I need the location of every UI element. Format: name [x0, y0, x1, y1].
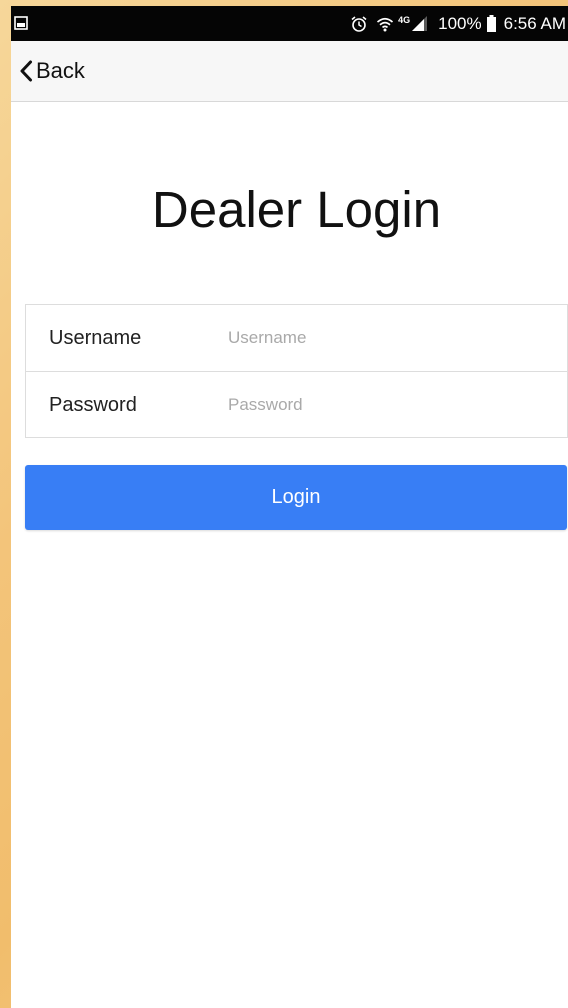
gallery-notification-icon	[14, 16, 28, 30]
wifi-icon	[376, 15, 394, 33]
login-form: Username Password	[25, 304, 568, 438]
password-row: Password	[26, 371, 567, 438]
back-label: Back	[36, 58, 85, 83]
battery-percent: 100%	[438, 13, 482, 33]
battery-icon	[486, 15, 496, 32]
status-clock: 6:56 AM	[503, 13, 566, 33]
password-input[interactable]	[228, 395, 548, 415]
password-label: Password	[49, 393, 137, 416]
network-type-label: 4G	[398, 15, 411, 25]
username-label: Username	[49, 326, 142, 349]
status-bar: 4G 100% 6:56 AM	[11, 6, 568, 41]
app-screen: 4G 100% 6:56 AM Back Dealer Login Userna…	[11, 6, 568, 1008]
username-row: Username	[26, 305, 567, 371]
signal-icon	[411, 15, 428, 32]
status-indicators: 4G 100% 6:56 AM	[350, 6, 566, 41]
chevron-left-icon	[19, 60, 33, 82]
username-input[interactable]	[228, 328, 548, 348]
back-button[interactable]: Back	[19, 41, 85, 101]
page-title: Dealer Login	[151, 181, 442, 238]
alarm-icon	[350, 15, 368, 33]
login-button[interactable]: Login	[25, 465, 567, 530]
navigation-bar: Back	[11, 41, 568, 102]
